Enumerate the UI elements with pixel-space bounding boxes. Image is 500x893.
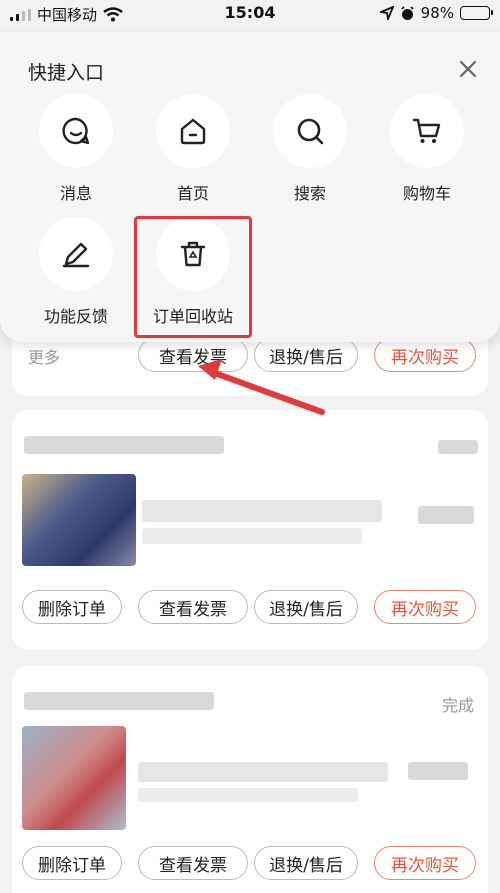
rebuy-button[interactable]: 再次购买 [374,338,476,372]
quick-item-message[interactable]: 消息 [26,94,126,204]
quick-item-label: 消息 [59,184,92,203]
return-service-button[interactable]: 退换/售后 [254,338,358,372]
close-icon[interactable] [455,56,481,82]
cart-icon [412,118,441,143]
home-icon [180,118,206,145]
quick-item-feedback[interactable]: 功能反馈 [26,217,126,327]
more-link[interactable]: 更多 [28,344,60,368]
highlight-box [134,216,252,338]
order-status: 完成 [442,696,475,715]
quick-item-label: 购物车 [402,184,451,203]
status-bar: 中国移动 15:04 98% [0,0,500,28]
delete-order-button[interactable]: 删除订单 [22,846,122,880]
delete-order-button[interactable]: 删除订单 [22,590,122,624]
product-thumbnail[interactable] [22,726,126,830]
order-card: 删除订单 查看发票 退换/售后 再次购买 [12,410,488,650]
message-icon [62,117,90,145]
view-invoice-button[interactable]: 查看发票 [138,338,248,372]
order-card: 完成 删除订单 查看发票 退换/售后 再次购买 [12,666,488,893]
view-invoice-button[interactable]: 查看发票 [138,846,248,880]
search-icon [297,118,324,145]
product-thumbnail[interactable] [22,474,136,566]
battery-icon [460,6,493,20]
pencil-icon [62,242,90,268]
alarm-icon [401,5,414,20]
return-service-button[interactable]: 退换/售后 [254,590,358,624]
rebuy-button[interactable]: 再次购买 [374,590,476,624]
location-icon [379,6,394,20]
quick-item-label: 首页 [176,184,209,203]
panel-title: 快捷入口 [28,62,105,84]
quick-item-label: 搜索 [293,184,326,203]
rebuy-button[interactable]: 再次购买 [374,846,476,880]
view-invoice-button[interactable]: 查看发票 [138,590,248,624]
quick-item-search[interactable]: 搜索 [260,94,360,204]
quick-item-label: 功能反馈 [43,307,108,326]
quick-item-cart[interactable]: 购物车 [377,94,477,204]
quick-item-home[interactable]: 首页 [143,94,243,204]
return-service-button[interactable]: 退换/售后 [254,846,358,880]
battery-percent: 98% [420,4,454,22]
